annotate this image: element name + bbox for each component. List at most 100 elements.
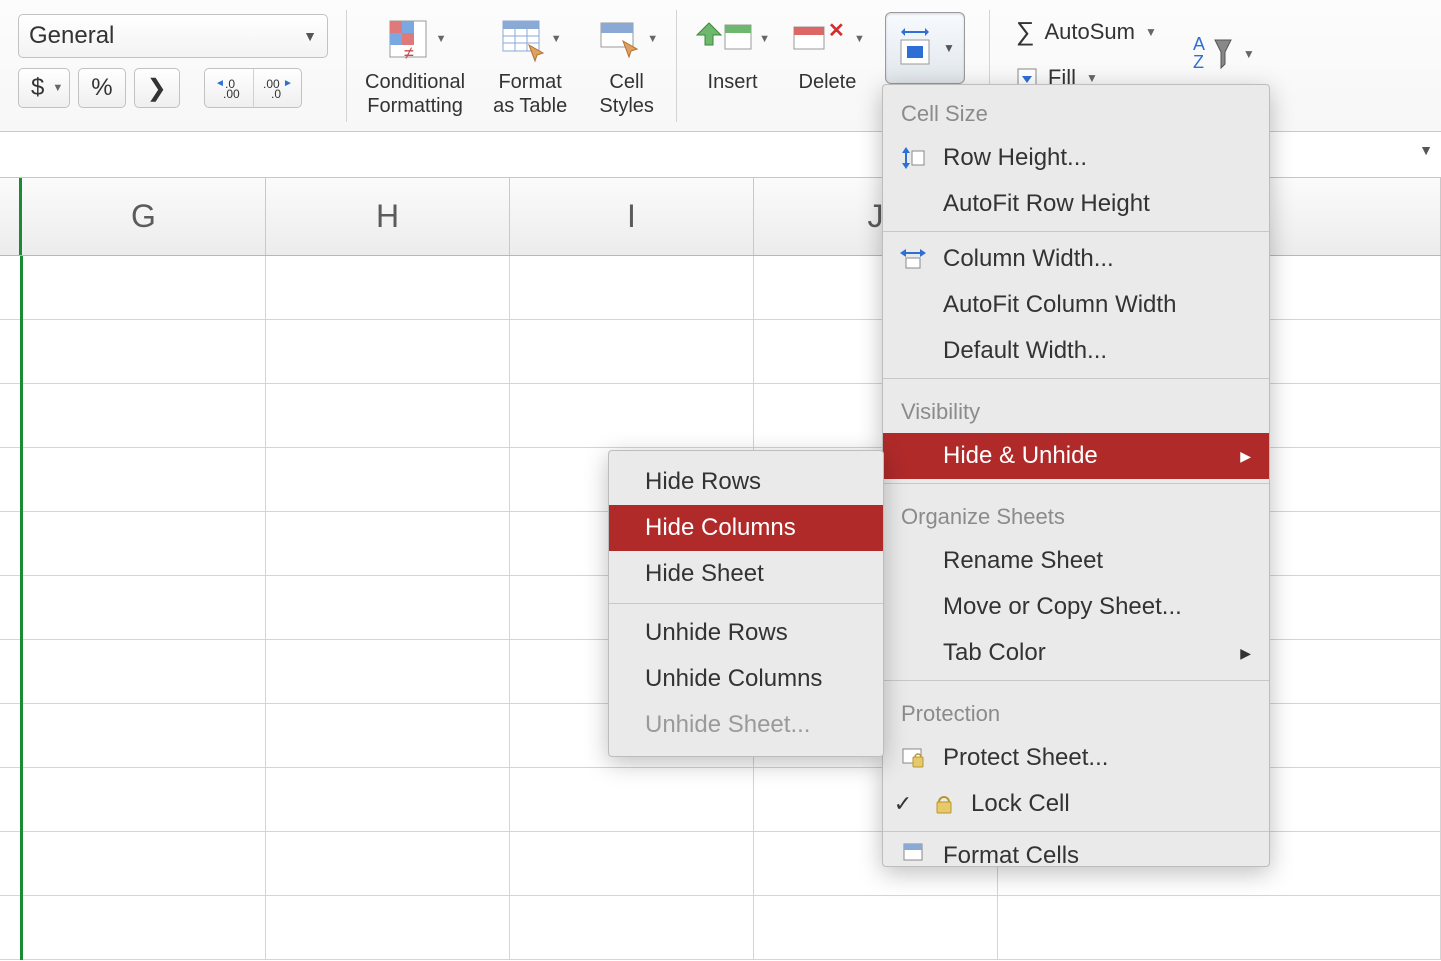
submenu-item-label: Hide Rows xyxy=(645,468,761,496)
submenu-item-label: Unhide Rows xyxy=(645,619,788,647)
lock-icon xyxy=(931,793,957,815)
menu-item-label: Rename Sheet xyxy=(943,547,1103,575)
menu-item-row-height[interactable]: Row Height... xyxy=(883,135,1269,181)
percent-format-button[interactable]: % xyxy=(78,68,125,108)
conditional-formatting-icon: ≠ xyxy=(384,12,432,66)
svg-text:.0: .0 xyxy=(271,87,281,100)
cells-group: ▼ Insert ✕ ▼ Delete xyxy=(695,8,965,94)
column-width-icon xyxy=(897,248,929,270)
submenu-item-label: Unhide Columns xyxy=(645,665,822,693)
chevron-down-icon: ▼ xyxy=(303,28,317,44)
menu-item-label: AutoFit Column Width xyxy=(943,291,1176,319)
insert-button[interactable]: ▼ Insert xyxy=(695,12,770,94)
menu-item-label: Format Cells xyxy=(943,842,1079,866)
delete-label: Delete xyxy=(799,70,857,94)
format-as-table-label: Format as Table xyxy=(493,70,567,118)
delete-button[interactable]: ✕ ▼ Delete xyxy=(790,12,865,94)
conditional-formatting-button[interactable]: ≠ ▼ Conditional Formatting xyxy=(365,12,465,118)
submenu-item-unhide-rows[interactable]: Unhide Rows xyxy=(609,610,883,656)
menu-separator xyxy=(883,231,1269,232)
menu-item-rename-sheet[interactable]: Rename Sheet xyxy=(883,538,1269,584)
chevron-down-icon: ▼ xyxy=(1145,25,1157,39)
menu-item-column-width[interactable]: Column Width... xyxy=(883,236,1269,282)
svg-text:✕: ✕ xyxy=(828,20,845,42)
menu-section-visibility: Visibility xyxy=(883,383,1269,433)
submenu-item-hide-sheet[interactable]: Hide Sheet xyxy=(609,551,883,597)
autosum-label: AutoSum xyxy=(1044,19,1135,45)
protect-sheet-icon xyxy=(897,747,929,769)
submenu-item-unhide-columns[interactable]: Unhide Columns xyxy=(609,656,883,702)
decimal-group: ◄.0.00 .00►.0 xyxy=(204,68,302,108)
group-separator xyxy=(676,10,677,122)
number-group: General ▼ $ ▼ % ❯ ◄.0.00 .00►.0 xyxy=(18,8,328,108)
hide-unhide-submenu: Hide Rows Hide Columns Hide Sheet Unhide… xyxy=(608,450,884,757)
menu-item-tab-color[interactable]: Tab Color xyxy=(883,630,1269,676)
cell-styles-icon xyxy=(595,12,643,66)
menu-separator xyxy=(883,378,1269,379)
selection-edge xyxy=(20,256,23,960)
submenu-item-label: Hide Columns xyxy=(645,514,796,542)
increase-decimal-button[interactable]: ◄.0.00 xyxy=(205,69,253,107)
column-header[interactable]: G xyxy=(22,178,266,255)
insert-cells-icon xyxy=(695,12,755,66)
column-header[interactable]: H xyxy=(266,178,510,255)
accounting-format-button[interactable]: $ ▼ xyxy=(18,68,70,108)
currency-label: $ xyxy=(31,74,44,102)
menu-item-label: AutoFit Row Height xyxy=(943,190,1150,218)
submenu-item-label: Unhide Sheet... xyxy=(645,711,810,739)
svg-text:►: ► xyxy=(283,78,293,89)
menu-item-label: Move or Copy Sheet... xyxy=(943,593,1182,621)
menu-item-hide-unhide[interactable]: Hide & Unhide xyxy=(883,433,1269,479)
cell-styles-label: Cell Styles xyxy=(599,70,653,118)
format-dropdown-menu: Cell Size Row Height... AutoFit Row Heig… xyxy=(882,84,1270,867)
format-button[interactable]: ▼ xyxy=(885,12,965,94)
sigma-icon: ∑ xyxy=(1016,16,1035,47)
menu-item-label: Column Width... xyxy=(943,245,1114,273)
menu-item-autofit-row-height[interactable]: AutoFit Row Height xyxy=(883,181,1269,227)
menu-separator xyxy=(883,831,1269,832)
submenu-separator xyxy=(609,603,883,604)
submenu-item-hide-rows[interactable]: Hide Rows xyxy=(609,459,883,505)
format-cells-icon xyxy=(895,26,935,70)
autosum-button[interactable]: ∑ AutoSum ▼ xyxy=(1016,16,1157,47)
menu-section-protection: Protection xyxy=(883,685,1269,735)
chevron-down-icon: ▼ xyxy=(551,33,562,45)
chevron-down-icon: ▼ xyxy=(1086,71,1098,85)
menu-item-lock-cell[interactable]: ✓ Lock Cell xyxy=(883,781,1269,827)
format-as-table-button[interactable]: ▼ Format as Table xyxy=(493,12,567,118)
menu-item-label: Hide & Unhide xyxy=(943,442,1098,470)
menu-item-default-width[interactable]: Default Width... xyxy=(883,328,1269,374)
menu-item-move-copy-sheet[interactable]: Move or Copy Sheet... xyxy=(883,584,1269,630)
conditional-formatting-label: Conditional Formatting xyxy=(365,70,465,118)
comma-label: ❯ xyxy=(147,74,167,103)
svg-text:≠: ≠ xyxy=(404,43,414,63)
cell-styles-button[interactable]: ▼ Cell Styles xyxy=(595,12,658,118)
comma-format-button[interactable]: ❯ xyxy=(134,68,180,108)
menu-section-organize: Organize Sheets xyxy=(883,488,1269,538)
chevron-down-icon: ▼ xyxy=(943,41,955,55)
row-height-icon xyxy=(897,147,929,169)
svg-text:.00: .00 xyxy=(223,87,240,100)
delete-cells-icon: ✕ xyxy=(790,12,850,66)
number-format-select[interactable]: General ▼ xyxy=(18,14,328,58)
column-header[interactable]: I xyxy=(510,178,754,255)
submenu-item-label: Hide Sheet xyxy=(645,560,764,588)
number-format-value: General xyxy=(29,22,114,50)
menu-item-protect-sheet[interactable]: Protect Sheet... xyxy=(883,735,1269,781)
menu-item-label: Tab Color xyxy=(943,639,1046,667)
chevron-down-icon: ▼ xyxy=(52,82,63,94)
menu-item-label: Row Height... xyxy=(943,144,1087,172)
menu-separator xyxy=(883,483,1269,484)
submenu-item-hide-columns[interactable]: Hide Columns xyxy=(609,505,883,551)
submenu-item-unhide-sheet: Unhide Sheet... xyxy=(609,702,883,748)
decrease-decimal-button[interactable]: .00►.0 xyxy=(253,69,301,107)
column-header-edge[interactable] xyxy=(0,178,22,255)
format-as-table-icon xyxy=(499,12,547,66)
menu-item-label: Lock Cell xyxy=(971,790,1070,818)
expand-formula-bar-icon[interactable]: ▼ xyxy=(1419,142,1433,158)
menu-item-format-cells[interactable]: Format Cells xyxy=(883,836,1269,866)
sort-filter-button[interactable]: A Z ▼ xyxy=(1175,8,1255,76)
menu-item-autofit-column-width[interactable]: AutoFit Column Width xyxy=(883,282,1269,328)
group-separator xyxy=(346,10,347,122)
chevron-down-icon: ▼ xyxy=(436,33,447,45)
